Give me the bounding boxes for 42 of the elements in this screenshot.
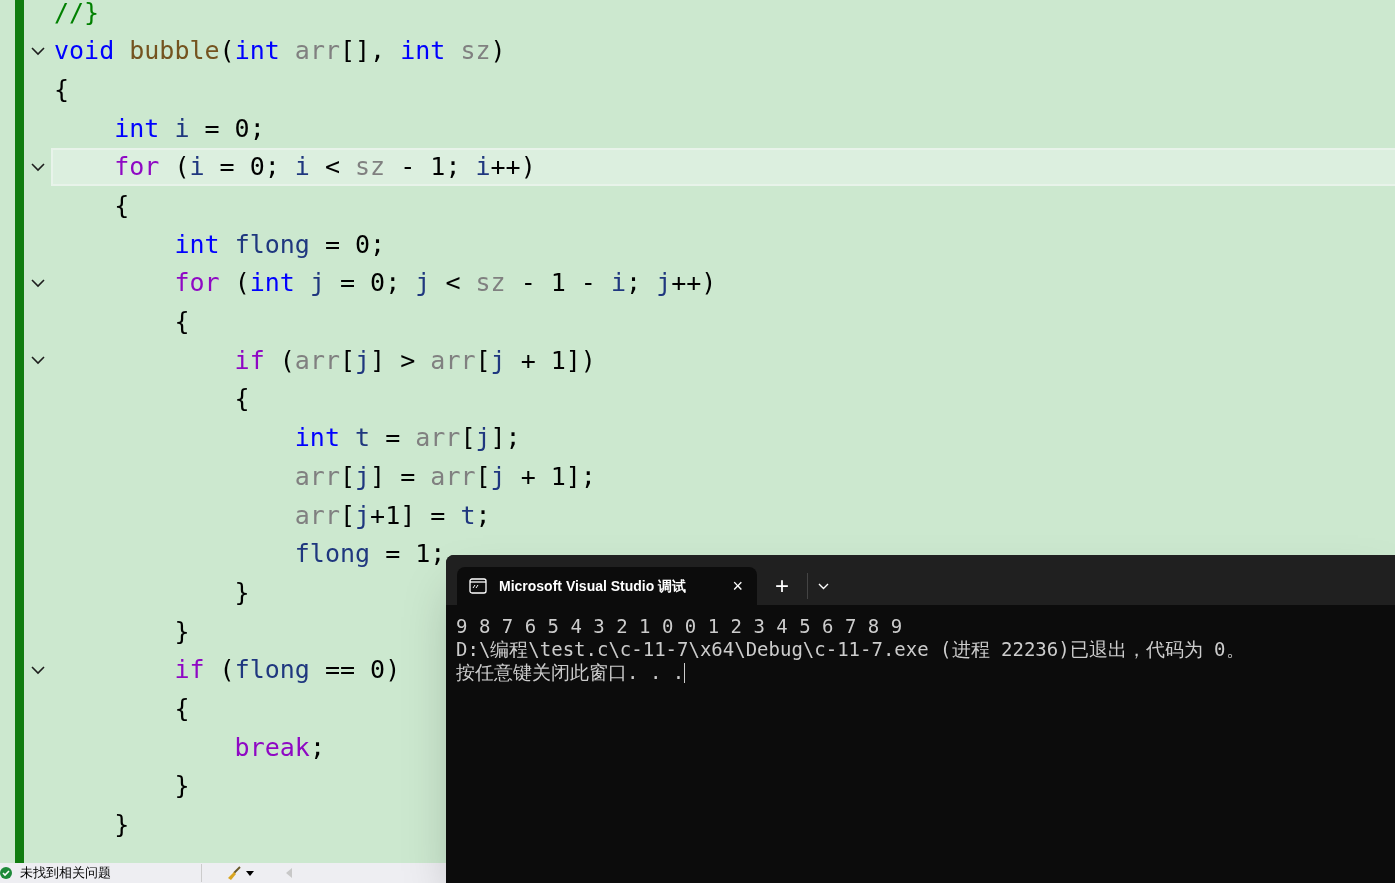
check-icon [0,867,12,879]
terminal-icon [469,578,487,594]
code-line: arr[j+1] = t; [293,499,491,532]
dropdown-chevron-icon[interactable] [818,583,829,590]
code-line: int t = arr[j]; [293,422,521,455]
broom-icon [226,865,242,881]
close-tab-button[interactable]: × [732,577,743,595]
console-output-line: 9 8 7 6 5 4 3 2 1 0 0 1 2 3 4 5 6 7 8 9 [456,615,903,638]
code-line: } [173,770,190,803]
code-line: for (i = 0; i < sz - 1; i++) [113,151,536,184]
fold-chevron-icon[interactable] [30,162,45,172]
code-line: } [173,615,190,648]
text-cursor [684,662,686,683]
code-line: flong = 1; [293,538,446,571]
code-line: arr[j] = arr[j + 1]; [293,460,596,493]
code-line: { [173,306,190,339]
tab-title: Microsoft Visual Studio 调试 [499,576,688,596]
fold-chevron-icon[interactable] [30,665,45,675]
fold-chevron-icon[interactable] [30,278,45,288]
code-line: } [113,809,130,842]
caret-icon [246,870,254,876]
cleanup-button[interactable] [226,865,254,881]
console-output-line: D:\编程\test.c\c-11-7\x64\Debug\c-11-7.exe (进程 22236)已退出，代码为 0。 [456,638,1245,661]
code-line: { [233,383,250,416]
status-message: 未找到相关问题 [20,864,111,883]
code-line: void bubble(int arr[], int sz) [54,35,506,68]
new-tab-button[interactable]: + [757,567,807,605]
code-line: if (flong == 0) [173,654,401,687]
code-line: { [113,190,130,223]
fold-chevron-icon[interactable] [30,46,45,56]
code-line: { [54,73,70,106]
code-line: for (int j = 0; j < sz - 1 - i; j++) [173,267,717,300]
console-output-line: 按任意键关闭此窗口. . . [456,661,685,684]
fold-chevron-icon[interactable] [30,356,45,366]
code-line: int flong = 0; [173,228,386,261]
code-line: break; [233,731,325,764]
code-line: //} [54,0,100,29]
terminal-tab[interactable]: Microsoft Visual Studio 调试 × [457,567,757,605]
code-line: { [173,692,190,725]
code-line: int i = 0; [113,112,265,145]
code-line: } [233,576,250,609]
code-line: if (arr[j] > arr[j + 1]) [233,344,596,377]
